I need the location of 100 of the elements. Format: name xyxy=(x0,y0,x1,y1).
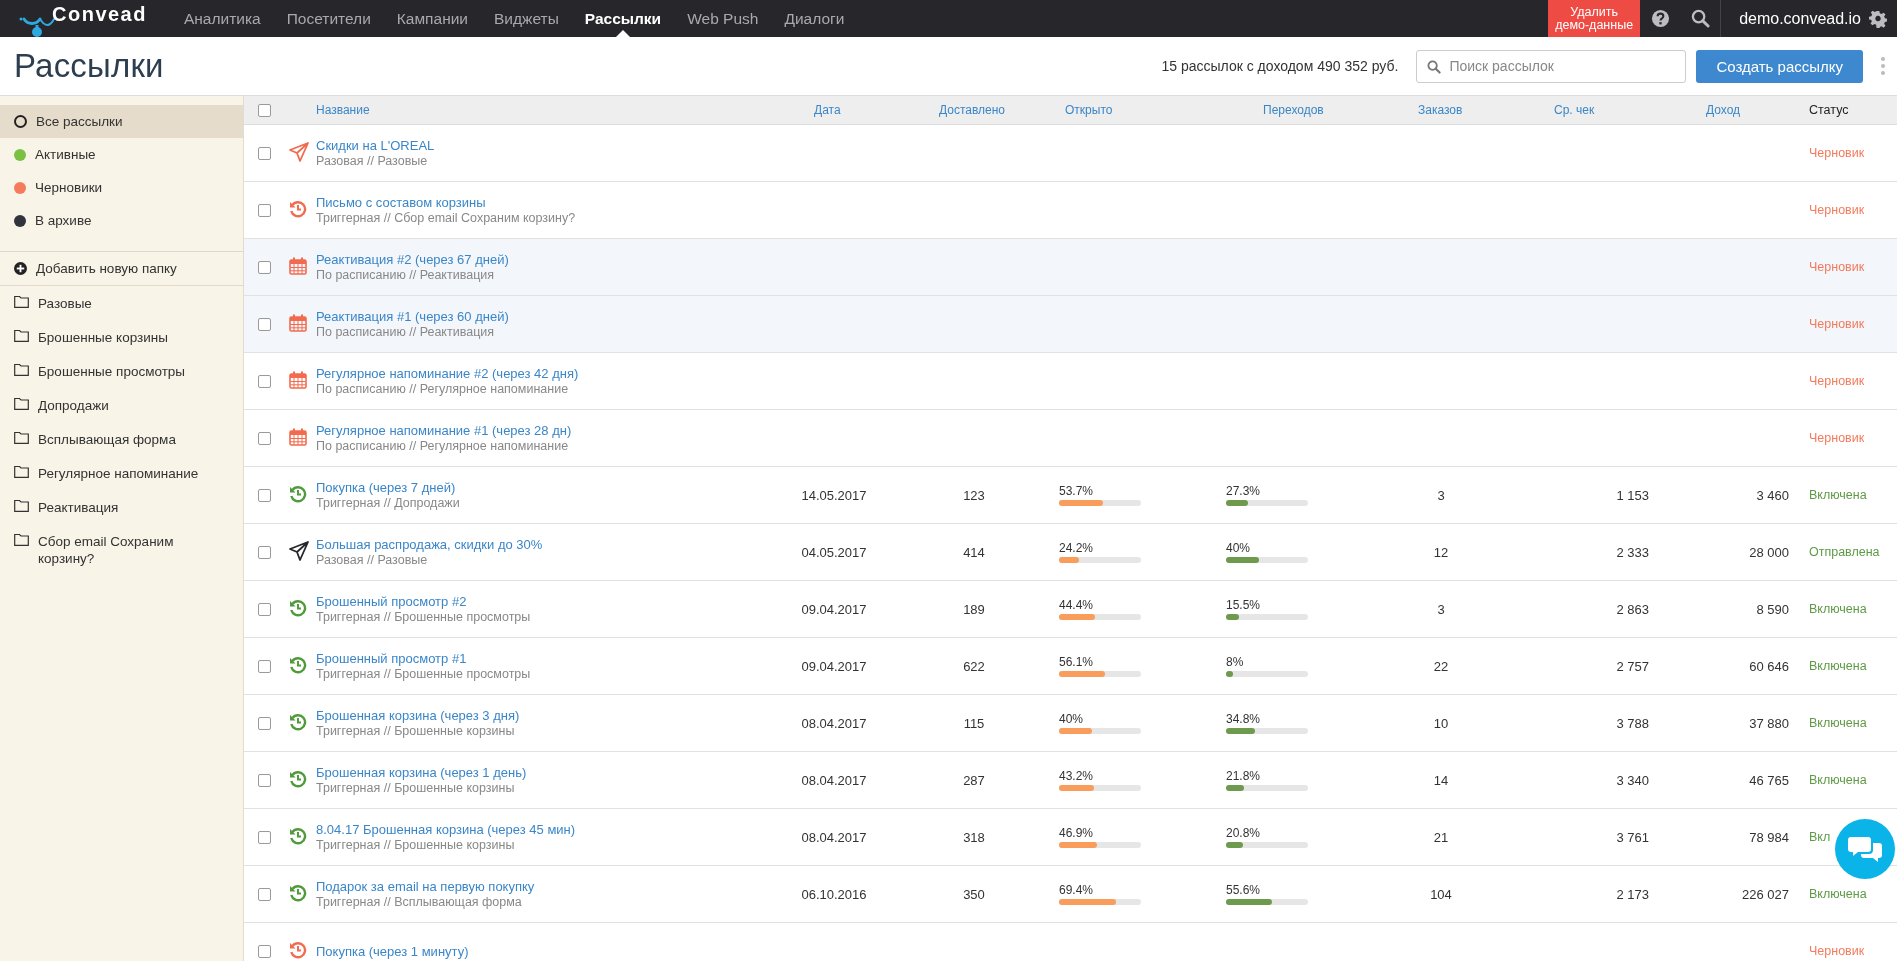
percent-value: 21.8% xyxy=(1226,769,1262,783)
folder-item[interactable]: Реактивация xyxy=(0,490,243,524)
column-header[interactable]: Открыто xyxy=(1059,103,1226,117)
campaign-link[interactable]: Реактивация #1 (через 60 дней) xyxy=(316,309,509,324)
more-icon[interactable] xyxy=(1881,56,1885,76)
revenue-cell-text: 28 000 xyxy=(1748,544,1789,560)
logo-text[interactable]: Convead xyxy=(52,3,147,26)
folder-item[interactable]: Сбор email Сохраним корзину? xyxy=(0,524,243,575)
row-checkbox[interactable] xyxy=(258,716,271,730)
row-checkbox[interactable] xyxy=(258,887,271,901)
delivered-cell-text: 123 xyxy=(962,487,986,503)
nav-tab[interactable]: Кампании xyxy=(383,0,481,37)
row-checkbox[interactable] xyxy=(258,830,271,844)
folder-icon xyxy=(14,295,29,308)
orders-cell-text: 22 xyxy=(1432,658,1450,674)
row-checkbox[interactable] xyxy=(258,944,271,958)
campaign-link[interactable]: Регулярное напоминание #2 (через 42 дня) xyxy=(316,366,579,381)
row-checkbox[interactable] xyxy=(258,488,271,502)
add-folder-item[interactable]: Добавить новую папку xyxy=(0,252,243,285)
date-cell-text: 04.05.2017 xyxy=(800,544,868,560)
folder-item[interactable]: Брошенные корзины xyxy=(0,320,243,354)
nav-tab[interactable]: Посетители xyxy=(273,0,384,37)
settings-icon[interactable] xyxy=(1869,9,1887,28)
orders-cell-text: 12 xyxy=(1432,544,1450,560)
folder-item[interactable]: Разовые xyxy=(0,286,243,320)
campaign-link[interactable]: Брошенный просмотр #2 xyxy=(316,594,467,609)
delivered-cell-text: 115 xyxy=(962,715,986,731)
account-name[interactable]: demo.convead.io xyxy=(1739,9,1861,28)
campaign-type: По расписанию // Реактивация xyxy=(316,325,496,339)
date-cell-text: 09.04.2017 xyxy=(800,658,868,674)
column-header[interactable]: Название xyxy=(316,103,779,117)
row-checkbox[interactable] xyxy=(258,545,271,559)
history-icon xyxy=(289,712,307,731)
calendar-icon xyxy=(289,256,307,275)
column-header[interactable]: Дата xyxy=(779,103,889,117)
campaign-link[interactable]: Покупка (через 7 дней) xyxy=(316,480,456,495)
delivered-cell-text: 414 xyxy=(962,544,986,560)
delivered-cell-text: 318 xyxy=(962,829,986,845)
campaign-type: Триггерная // Брошенные просмотры xyxy=(316,610,532,624)
campaign-link[interactable]: Брошенная корзина (через 3 дня) xyxy=(316,708,520,723)
filter-item[interactable]: Все рассылки xyxy=(0,105,243,138)
campaign-link[interactable]: Брошенная корзина (через 1 день) xyxy=(316,765,527,780)
campaign-link[interactable]: Покупка (через 1 минуту) xyxy=(316,943,469,959)
campaign-link[interactable]: 8.04.17 Брошенная корзина (через 45 мин) xyxy=(316,822,576,837)
avg-check-cell-text: 2 173 xyxy=(1615,886,1649,902)
row-checkbox[interactable] xyxy=(258,317,271,331)
row-checkbox[interactable] xyxy=(258,602,271,616)
status-text: Включена xyxy=(1808,716,1868,730)
filter-item[interactable]: Черновики xyxy=(0,171,243,204)
campaign-link[interactable]: Реактивация #2 (через 67 дней) xyxy=(316,252,509,267)
chat-button[interactable] xyxy=(1835,819,1895,879)
search-icon[interactable] xyxy=(1690,9,1710,28)
row-checkbox[interactable] xyxy=(258,659,271,673)
folder-icon xyxy=(14,465,29,478)
campaign-link[interactable]: Регулярное напоминание #1 (через 28 дн) xyxy=(316,423,572,438)
avg-check-cell-text: 3 761 xyxy=(1615,829,1649,845)
nav-tab[interactable]: Рассылки xyxy=(571,0,675,37)
folder-item[interactable]: Регулярное напоминание xyxy=(0,456,243,490)
row-checkbox[interactable] xyxy=(258,260,271,274)
folder-item[interactable]: Брошенные просмотры xyxy=(0,354,243,388)
row-checkbox[interactable] xyxy=(258,374,271,388)
nav-tab[interactable]: Web Push xyxy=(674,0,772,37)
column-header[interactable]: Ср. чек xyxy=(1489,103,1649,117)
orders-cell-text: 3 xyxy=(1436,601,1446,617)
campaign-type: Триггерная // Допродажи xyxy=(316,496,461,510)
folder-item[interactable]: Допродажи xyxy=(0,388,243,422)
folder-item[interactable]: Всплывающая форма xyxy=(0,422,243,456)
row-checkbox[interactable] xyxy=(258,431,271,445)
campaign-link[interactable]: Брошенный просмотр #1 xyxy=(316,651,467,666)
delete-demo-button[interactable]: Удалить демо-данные xyxy=(1548,0,1641,37)
campaign-link[interactable]: Большая распродажа, скидки до 30% xyxy=(316,537,543,552)
folder-icon xyxy=(14,329,29,342)
percent-value: 55.6% xyxy=(1226,883,1262,897)
folder-icon xyxy=(14,431,29,444)
campaign-link[interactable]: Письмо с составом корзины xyxy=(316,195,486,210)
nav-tab[interactable]: Диалоги xyxy=(771,0,858,37)
status-text: Включена xyxy=(1808,659,1868,673)
column-header[interactable]: Переходов xyxy=(1226,103,1393,117)
orders-cell-text: 10 xyxy=(1432,715,1450,731)
date-cell-text: 09.04.2017 xyxy=(800,601,868,617)
row-checkbox[interactable] xyxy=(258,146,271,160)
filter-item[interactable]: Активные xyxy=(0,138,243,171)
row-checkbox[interactable] xyxy=(258,203,271,217)
campaign-link[interactable]: Скидки на L'OREAL xyxy=(316,138,435,153)
date-cell-text: 14.05.2017 xyxy=(800,487,868,503)
column-header[interactable]: Заказов xyxy=(1393,103,1489,117)
help-icon[interactable] xyxy=(1650,9,1670,28)
select-all-checkbox[interactable] xyxy=(258,103,271,117)
filter-item[interactable]: В архиве xyxy=(0,204,243,237)
row-checkbox[interactable] xyxy=(258,773,271,787)
nav-tab[interactable]: Аналитика xyxy=(170,0,274,37)
nav-tab[interactable]: Виджеты xyxy=(481,0,572,37)
search-field[interactable]: Поиск рассылок xyxy=(1416,49,1687,83)
date-cell-text: 08.04.2017 xyxy=(800,715,868,731)
history-icon xyxy=(289,769,307,788)
revenue-summary: 15 рассылок с доходом 490 352 руб. xyxy=(1161,58,1399,74)
column-header[interactable]: Доставлено xyxy=(889,103,1059,117)
column-header[interactable]: Доход xyxy=(1649,103,1789,117)
create-button[interactable]: Создать рассылку xyxy=(1696,49,1863,83)
campaign-link[interactable]: Подарок за email на первую покупку xyxy=(316,879,535,894)
